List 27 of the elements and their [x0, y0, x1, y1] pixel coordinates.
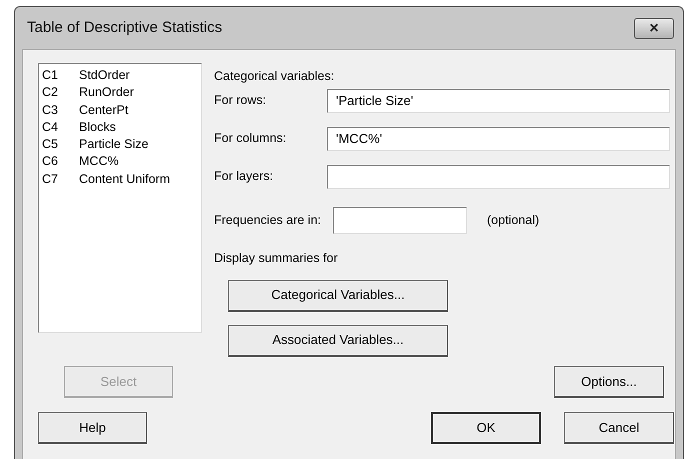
dialog-button[interactable]: Help — [38, 412, 147, 444]
dialog-button[interactable]: Cancel — [564, 412, 674, 444]
column-list[interactable]: C1 StdOrder C2 RunOrder C3 CenterPt C4 Blocks C5 Particle Size C6 MCC% C7 Content Uniform — [38, 63, 202, 333]
field-label: For layers: — [214, 168, 274, 186]
list-item[interactable]: C7 Content Uniform — [42, 170, 201, 188]
list-item[interactable]: C2 RunOrder — [42, 84, 201, 102]
input-field[interactable]: 'MCC%' — [327, 126, 670, 151]
input-field[interactable]: 'Particle Size' — [327, 88, 670, 113]
list-item[interactable]: C5 Particle Size — [42, 136, 201, 154]
list-item[interactable]: C4 Blocks — [42, 118, 201, 136]
input-field[interactable] — [327, 164, 670, 189]
field-label: Frequencies are in: — [214, 212, 322, 229]
field-label: For rows: — [214, 92, 268, 110]
summary-button[interactable]: Associated Variables... — [228, 324, 448, 356]
list-item[interactable]: C6 MCC% — [42, 153, 201, 171]
dialog-button[interactable]: OK — [431, 412, 541, 444]
hint-text: (optional) — [487, 212, 540, 229]
window-title: Table of Descriptive Statistics — [27, 18, 222, 38]
input-field[interactable] — [333, 206, 468, 234]
close-button[interactable]: × — [634, 18, 674, 38]
list-item[interactable]: C3 CenterPt — [42, 102, 201, 119]
list-item[interactable]: C1 StdOrder — [42, 67, 201, 84]
section-label: Categorical variables: — [214, 68, 336, 85]
section-label: Display summaries for — [214, 250, 339, 267]
options-button[interactable]: Options... — [554, 366, 664, 398]
summary-button[interactable]: Categorical Variables... — [228, 280, 448, 312]
field-label: For columns: — [214, 130, 288, 148]
